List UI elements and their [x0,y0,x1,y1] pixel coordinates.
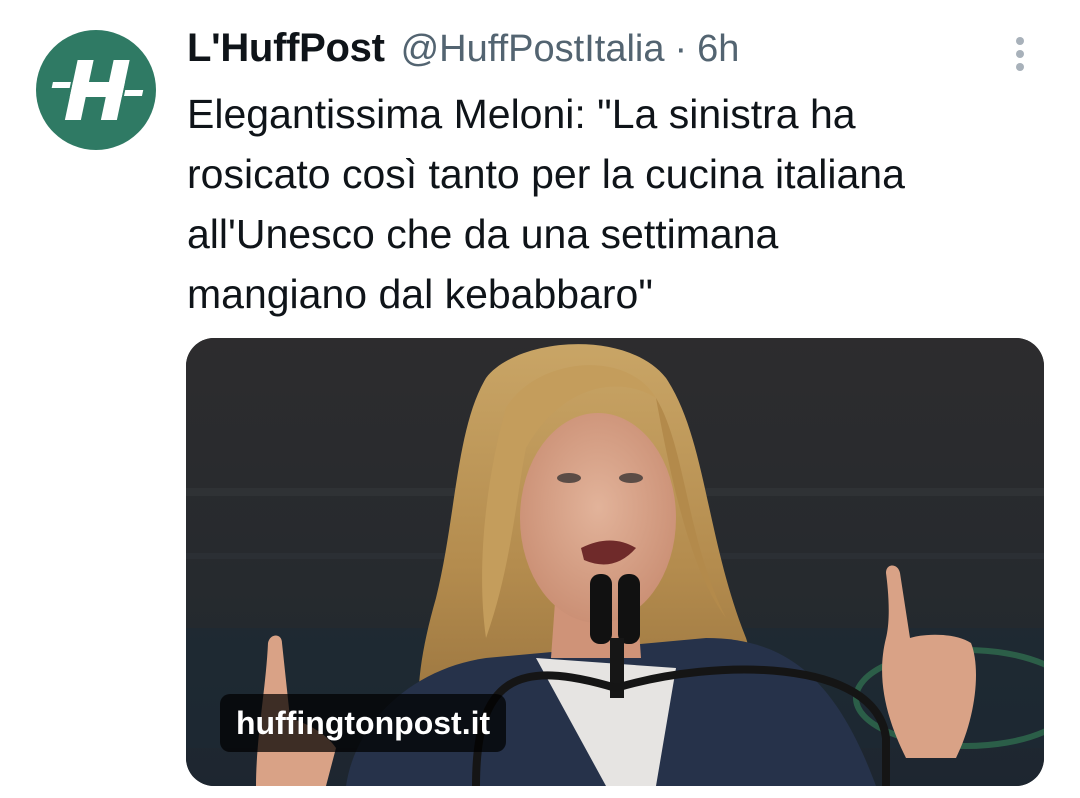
author-name[interactable]: L'HuffPost [187,26,385,71]
more-options-button[interactable] [1004,34,1036,74]
more-vertical-icon [1016,37,1024,71]
tweet-header: L'HuffPost @HuffPostItalia · 6h [187,26,739,76]
avatar[interactable] [36,30,156,150]
tweet-card[interactable]: L'HuffPost @HuffPostItalia · 6h Eleganti… [0,0,1080,798]
tweet-timestamp[interactable]: 6h [697,28,739,71]
link-preview-card[interactable]: huffingtonpost.it [186,338,1044,786]
author-handle[interactable]: @HuffPostItalia [401,28,665,71]
link-domain-badge: huffingtonpost.it [220,694,507,752]
huffpost-logo-icon [51,60,144,120]
header-separator: · [674,28,688,70]
tweet-text: Elegantissima Meloni: "La sinistra ha ro… [187,91,905,317]
